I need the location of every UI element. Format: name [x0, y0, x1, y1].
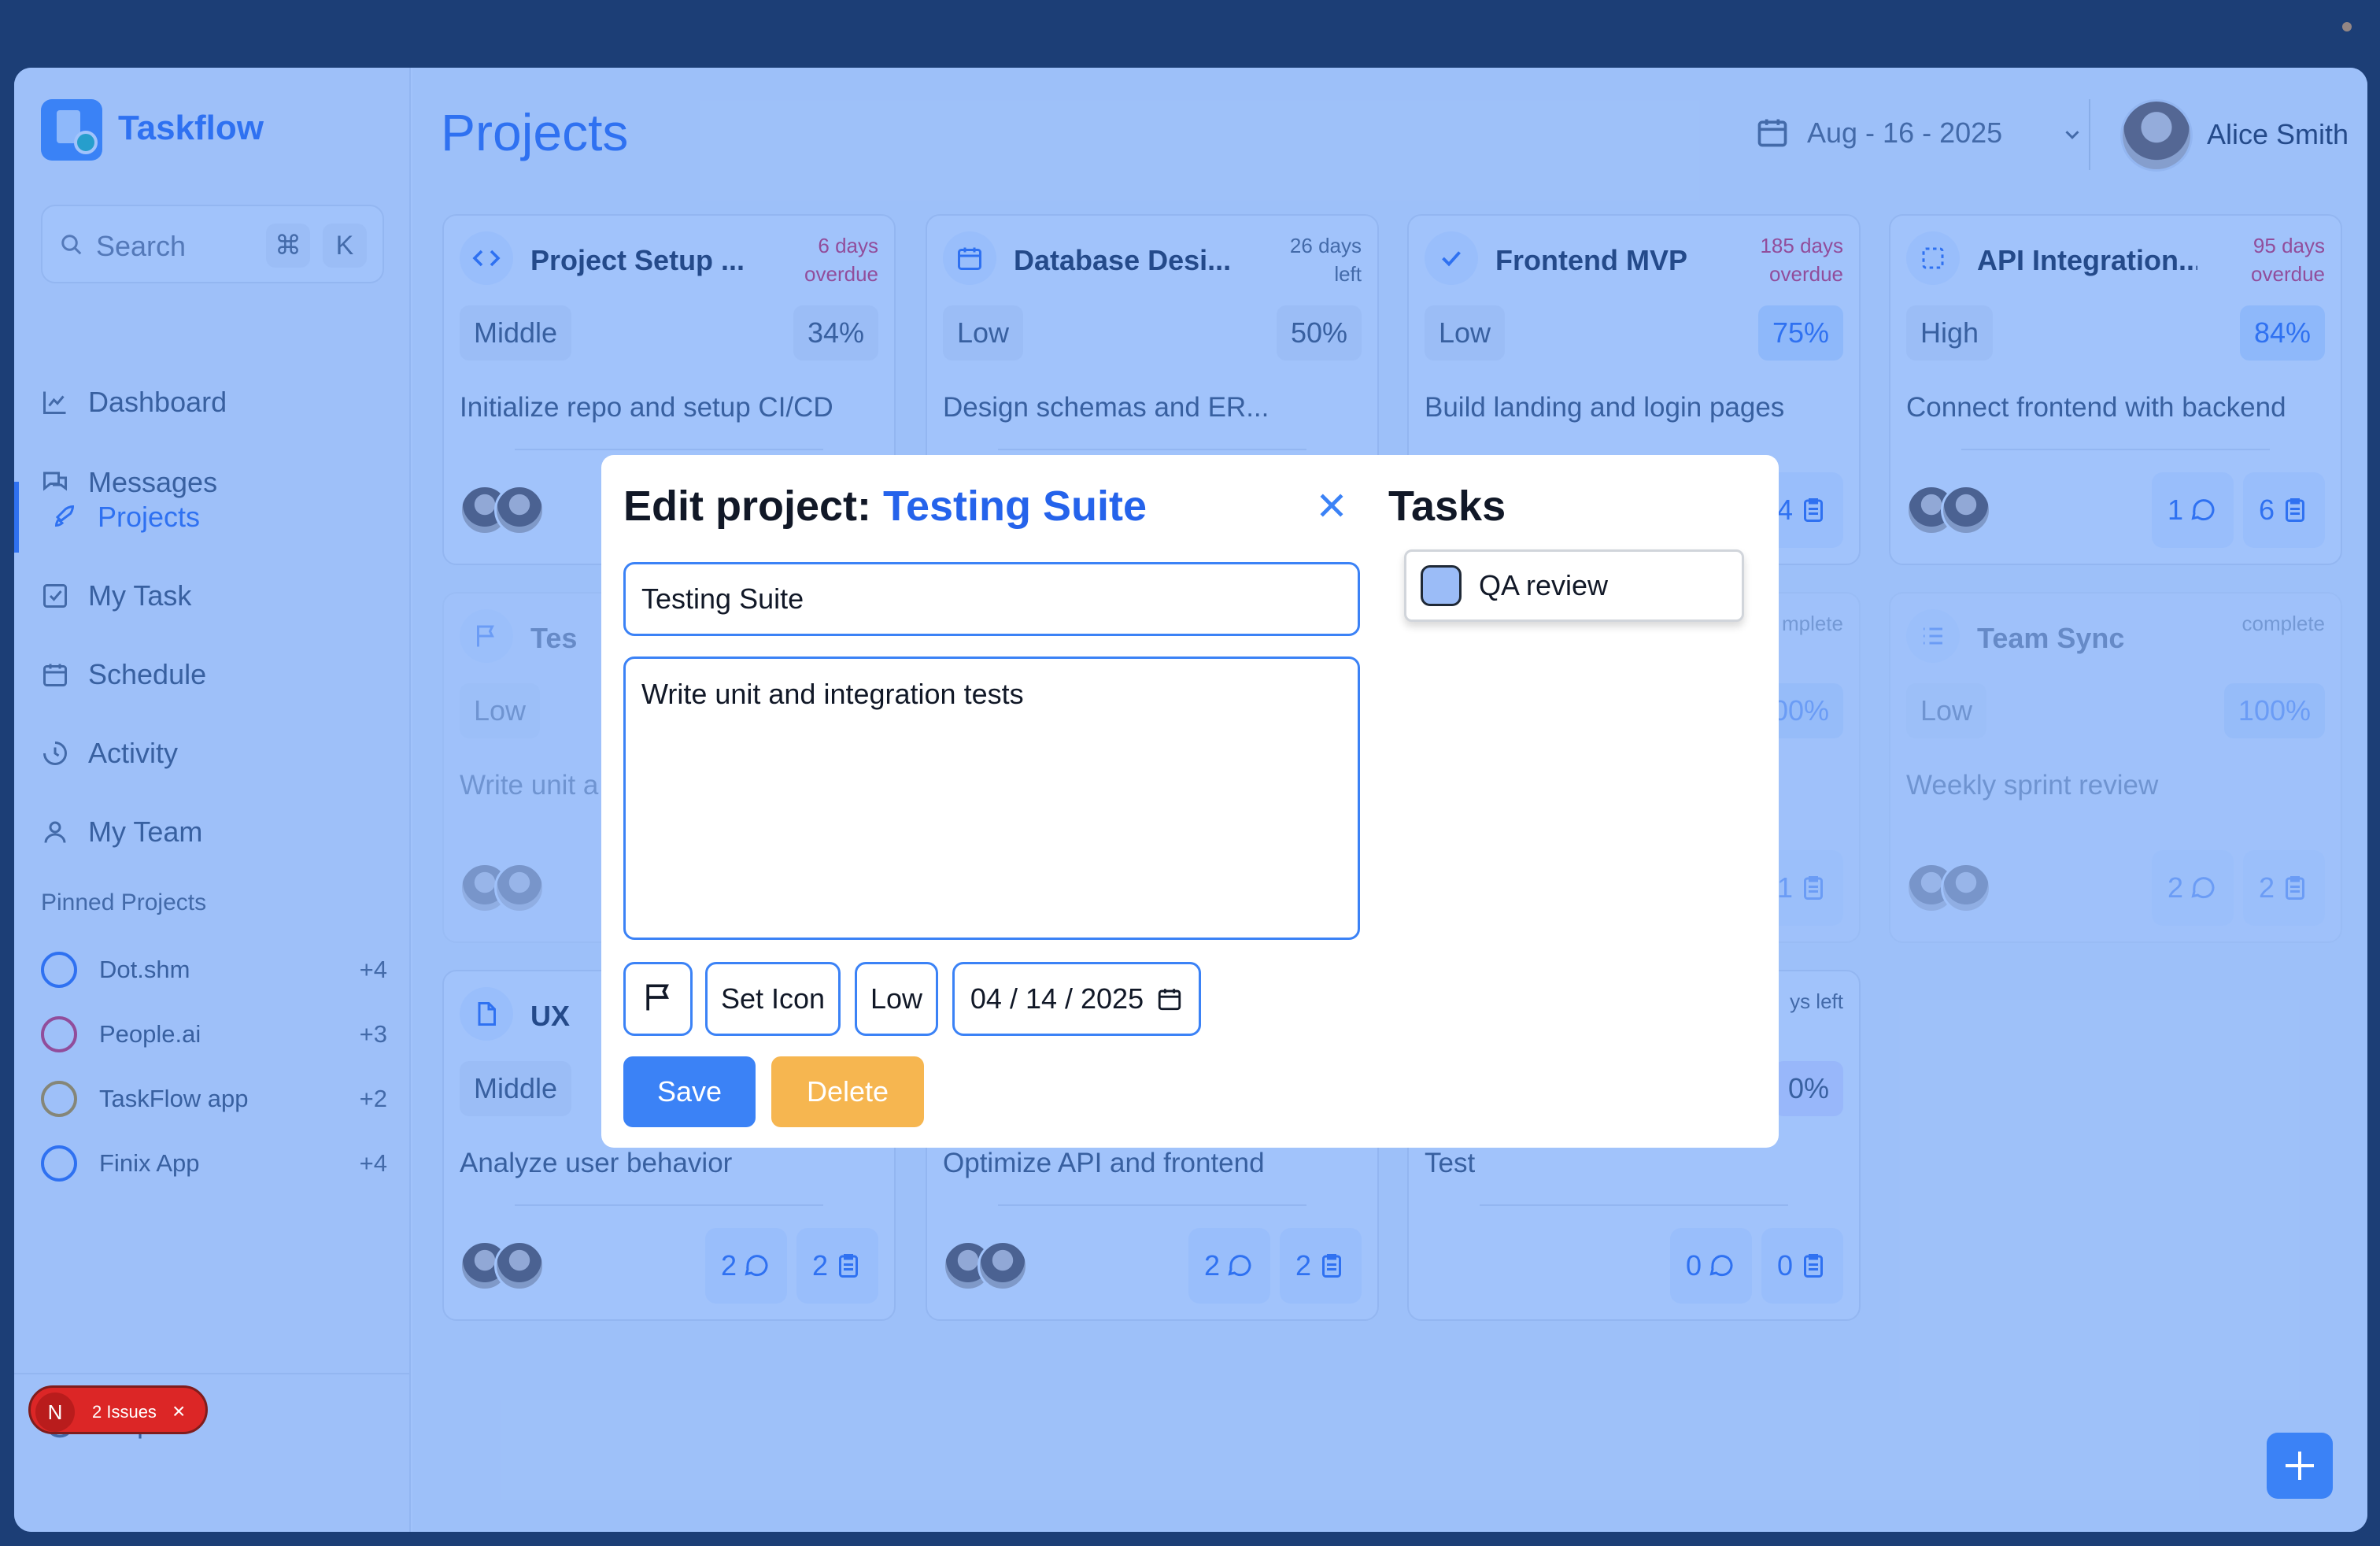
next-logo-icon: N — [35, 1393, 75, 1432]
task-checkbox[interactable] — [1421, 565, 1462, 606]
task-item[interactable]: QA review — [1404, 549, 1744, 622]
issues-label: 2 Issues — [92, 1402, 157, 1422]
project-description-input[interactable]: Write unit and integration tests — [623, 656, 1360, 940]
edit-project-modal: Edit project: Testing Suite Write unit a… — [601, 455, 1779, 1148]
priority-select[interactable]: Low — [855, 962, 938, 1036]
modal-title-project: Testing Suite — [883, 483, 1148, 530]
due-date-input[interactable]: 04 / 14 / 2025 — [952, 962, 1201, 1036]
modal-title-prefix: Edit project: — [623, 483, 884, 530]
due-date-value: 04 / 14 / 2025 — [970, 982, 1144, 1015]
task-label: QA review — [1479, 569, 1609, 601]
issues-badge[interactable]: N 2 Issues × — [28, 1385, 208, 1434]
tasks-heading: Tasks — [1388, 483, 1506, 530]
delete-button[interactable]: Delete — [771, 1056, 924, 1127]
close-icon[interactable] — [1314, 488, 1349, 523]
close-icon[interactable]: × — [172, 1399, 185, 1424]
set-icon-button[interactable]: Set Icon — [705, 962, 841, 1036]
project-name-input[interactable] — [623, 562, 1360, 636]
add-project-button[interactable] — [2267, 1433, 2333, 1499]
modal-title: Edit project: Testing Suite — [623, 482, 1147, 531]
flag-icon — [646, 984, 669, 1011]
flag-button[interactable] — [623, 962, 693, 1036]
save-button[interactable]: Save — [623, 1056, 756, 1127]
calendar-icon[interactable] — [1156, 986, 1183, 1012]
